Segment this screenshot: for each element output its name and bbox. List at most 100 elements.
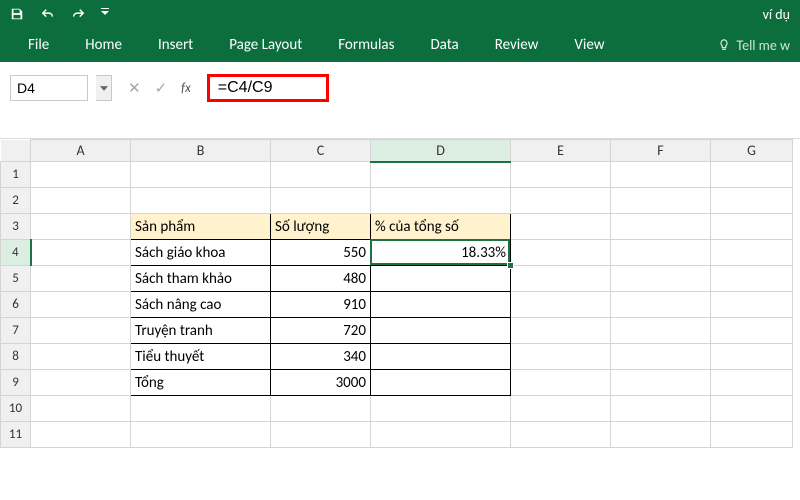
cell-C4[interactable]: 550 xyxy=(271,240,371,266)
cell-G3[interactable] xyxy=(711,214,793,240)
undo-icon[interactable] xyxy=(40,7,54,21)
cell-D11[interactable] xyxy=(371,422,511,448)
qat-dropdown-icon[interactable] xyxy=(100,7,114,21)
row-header-1[interactable]: 1 xyxy=(1,162,31,188)
cell-A1[interactable] xyxy=(31,162,131,188)
cell-E10[interactable] xyxy=(511,396,611,422)
row-header-10[interactable]: 10 xyxy=(1,396,31,422)
row-header-3[interactable]: 3 xyxy=(1,214,31,240)
name-box[interactable] xyxy=(10,75,88,101)
cell-A10[interactable] xyxy=(31,396,131,422)
cell-C11[interactable] xyxy=(271,422,371,448)
cell-F9[interactable] xyxy=(611,370,711,396)
cell-G11[interactable] xyxy=(711,422,793,448)
spreadsheet-grid[interactable]: A B C D E F G 1 2 3Sản phẩmSố lượng% của… xyxy=(0,139,800,448)
row-header-6[interactable]: 6 xyxy=(1,292,31,318)
cell-F7[interactable] xyxy=(611,318,711,344)
cell-F11[interactable] xyxy=(611,422,711,448)
row-header-4[interactable]: 4 xyxy=(1,240,31,266)
cell-B3[interactable]: Sản phẩm xyxy=(131,214,271,240)
col-header-D[interactable]: D xyxy=(371,140,511,162)
cell-B2[interactable] xyxy=(131,188,271,214)
cell-F8[interactable] xyxy=(611,344,711,370)
enter-icon[interactable]: ✓ xyxy=(155,79,168,98)
save-icon[interactable] xyxy=(10,7,24,21)
row-header-5[interactable]: 5 xyxy=(1,266,31,292)
cell-C9[interactable]: 3000 xyxy=(271,370,371,396)
cell-E3[interactable] xyxy=(511,214,611,240)
cell-E4[interactable] xyxy=(511,240,611,266)
cell-E7[interactable] xyxy=(511,318,611,344)
cancel-icon[interactable]: ✕ xyxy=(128,79,141,98)
col-header-B[interactable]: B xyxy=(131,140,271,162)
cell-D3[interactable]: % của tổng số xyxy=(371,214,511,240)
row-header-7[interactable]: 7 xyxy=(1,318,31,344)
cell-C6[interactable]: 910 xyxy=(271,292,371,318)
redo-icon[interactable] xyxy=(70,7,84,21)
cell-B7[interactable]: Truyện tranh xyxy=(131,318,271,344)
fx-icon[interactable]: fx xyxy=(181,81,191,96)
cell-B6[interactable]: Sách nâng cao xyxy=(131,292,271,318)
cell-C8[interactable]: 340 xyxy=(271,344,371,370)
cell-A11[interactable] xyxy=(31,422,131,448)
cell-B8[interactable]: Tiểu thuyết xyxy=(131,344,271,370)
tab-data[interactable]: Data xyxy=(412,28,476,62)
formula-input[interactable] xyxy=(218,79,318,97)
cell-A4[interactable] xyxy=(31,240,131,266)
cell-C1[interactable] xyxy=(271,162,371,188)
col-header-F[interactable]: F xyxy=(611,140,711,162)
cell-G6[interactable] xyxy=(711,292,793,318)
tab-file[interactable]: File xyxy=(10,28,67,62)
cell-F10[interactable] xyxy=(611,396,711,422)
row-header-9[interactable]: 9 xyxy=(1,370,31,396)
cell-G5[interactable] xyxy=(711,266,793,292)
cell-C2[interactable] xyxy=(271,188,371,214)
cell-D10[interactable] xyxy=(371,396,511,422)
tell-me-search[interactable]: Tell me w xyxy=(717,37,800,54)
cell-E5[interactable] xyxy=(511,266,611,292)
row-header-11[interactable]: 11 xyxy=(1,422,31,448)
cell-A2[interactable] xyxy=(31,188,131,214)
cell-D8[interactable] xyxy=(371,344,511,370)
cell-B5[interactable]: Sách tham khảo xyxy=(131,266,271,292)
cell-B9[interactable]: Tổng xyxy=(131,370,271,396)
cell-B1[interactable] xyxy=(131,162,271,188)
cell-F2[interactable] xyxy=(611,188,711,214)
cell-A5[interactable] xyxy=(31,266,131,292)
cell-G10[interactable] xyxy=(711,396,793,422)
cell-F6[interactable] xyxy=(611,292,711,318)
cell-C5[interactable]: 480 xyxy=(271,266,371,292)
cell-E2[interactable] xyxy=(511,188,611,214)
cell-E1[interactable] xyxy=(511,162,611,188)
row-header-8[interactable]: 8 xyxy=(1,344,31,370)
cell-F1[interactable] xyxy=(611,162,711,188)
cell-D4[interactable]: 18.33% xyxy=(371,240,511,266)
tab-review[interactable]: Review xyxy=(477,28,557,62)
cell-E6[interactable] xyxy=(511,292,611,318)
col-header-E[interactable]: E xyxy=(511,140,611,162)
col-header-G[interactable]: G xyxy=(711,140,793,162)
cell-F3[interactable] xyxy=(611,214,711,240)
cell-A7[interactable] xyxy=(31,318,131,344)
tab-home[interactable]: Home xyxy=(67,28,140,62)
tab-view[interactable]: View xyxy=(556,28,622,62)
cell-G9[interactable] xyxy=(711,370,793,396)
cell-E9[interactable] xyxy=(511,370,611,396)
cell-A8[interactable] xyxy=(31,344,131,370)
tab-page-layout[interactable]: Page Layout xyxy=(211,28,320,62)
cell-D9[interactable] xyxy=(371,370,511,396)
cell-A9[interactable] xyxy=(31,370,131,396)
cell-B4[interactable]: Sách giáo khoa xyxy=(131,240,271,266)
name-box-dropdown[interactable] xyxy=(96,75,112,101)
cell-C3[interactable]: Số lượng xyxy=(271,214,371,240)
cell-A6[interactable] xyxy=(31,292,131,318)
cell-B10[interactable] xyxy=(131,396,271,422)
select-all-button[interactable] xyxy=(1,140,31,162)
cell-G2[interactable] xyxy=(711,188,793,214)
cell-F5[interactable] xyxy=(611,266,711,292)
cell-G8[interactable] xyxy=(711,344,793,370)
col-header-C[interactable]: C xyxy=(271,140,371,162)
cell-D5[interactable] xyxy=(371,266,511,292)
tab-insert[interactable]: Insert xyxy=(140,28,211,62)
cell-E8[interactable] xyxy=(511,344,611,370)
